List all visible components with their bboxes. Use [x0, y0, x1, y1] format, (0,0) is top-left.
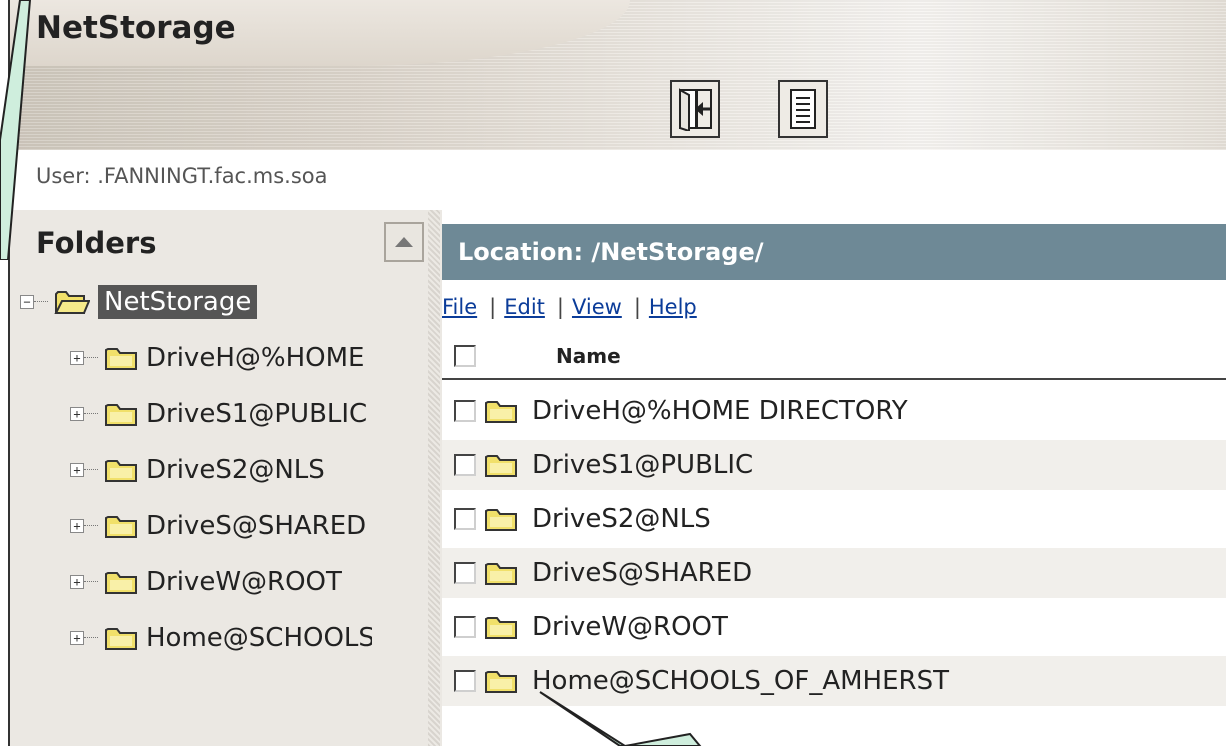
file-row[interactable]: DriveS@SHARED: [442, 548, 1226, 598]
callout-pointer-bottom: [539, 691, 702, 746]
file-row[interactable]: DriveW@ROOT: [442, 602, 1226, 652]
tree-item-drivew[interactable]: + DriveW@ROOT: [70, 560, 372, 604]
tree-item-label: DriveS1@PUBLIC: [146, 399, 368, 429]
folder-icon: [105, 628, 137, 650]
folder-icon: [105, 572, 137, 594]
row-checkbox[interactable]: [454, 508, 476, 530]
tree-item-driveh[interactable]: + DriveH@%HOME DIRECTORY: [70, 336, 372, 380]
folder-tree-pane: Folders − NetStorage + DriveH@%HOME DIRE…: [10, 210, 447, 746]
tree-connector: [84, 356, 98, 360]
tree-connector: [84, 412, 98, 416]
row-checkbox[interactable]: [454, 670, 476, 692]
user-bar: User: .FANNINGT.fac.ms.soa: [10, 150, 1226, 210]
row-checkbox[interactable]: [454, 616, 476, 638]
location-text: Location: /NetStorage/: [458, 238, 764, 266]
menu-separator: |: [633, 295, 641, 319]
expand-icon[interactable]: +: [70, 575, 84, 589]
exit-door-icon: [679, 88, 712, 131]
tree-item-label: DriveS2@NLS: [146, 455, 325, 485]
menu-separator: |: [489, 295, 497, 319]
column-header-name[interactable]: Name: [556, 344, 621, 368]
menu-view[interactable]: View: [572, 295, 622, 319]
menu-bar: File | Edit | View | Help: [442, 292, 697, 322]
file-name-link[interactable]: DriveS1@PUBLIC: [532, 450, 753, 480]
expand-icon[interactable]: +: [70, 463, 84, 477]
menu-edit[interactable]: Edit: [504, 295, 545, 319]
file-name-link[interactable]: DriveS@SHARED: [532, 558, 752, 588]
tree-item-label: Home@SCHOOLS_OF_AMHERST: [146, 623, 372, 653]
tree-item-home[interactable]: + Home@SCHOOLS_OF_AMHERST: [70, 616, 372, 660]
expand-icon[interactable]: +: [70, 631, 84, 645]
folder-icon: [105, 516, 137, 538]
folder-icon: [485, 455, 517, 477]
file-row[interactable]: DriveH@%HOME DIRECTORY: [442, 386, 1226, 436]
file-list-header: Name: [442, 334, 1226, 380]
expand-icon[interactable]: +: [70, 351, 84, 365]
tree-root-netstorage[interactable]: − NetStorage: [20, 280, 258, 324]
file-name-link[interactable]: DriveS2@NLS: [532, 504, 711, 534]
collapse-icon[interactable]: −: [20, 295, 34, 309]
tree-connector: [34, 300, 48, 304]
row-checkbox[interactable]: [454, 400, 476, 422]
tree-connector: [84, 468, 98, 472]
pane-splitter[interactable]: [428, 210, 440, 746]
folders-title: Folders: [36, 226, 157, 260]
header-banner: NetStorage: [10, 0, 1226, 151]
file-name-link[interactable]: DriveW@ROOT: [532, 612, 728, 642]
folder-icon: [485, 563, 517, 585]
open-folder-icon: [54, 291, 90, 314]
folder-icon: [105, 348, 137, 370]
tree-item-drives2[interactable]: + DriveS2@NLS: [70, 448, 372, 492]
tree-connector: [84, 524, 98, 528]
row-checkbox[interactable]: [454, 454, 476, 476]
triangle-up-icon: [395, 237, 413, 247]
menu-help[interactable]: Help: [649, 295, 697, 319]
folder-icon: [485, 671, 517, 693]
user-label: User: .FANNINGT.fac.ms.soa: [36, 164, 328, 188]
expand-icon[interactable]: +: [70, 407, 84, 421]
folder-icon: [485, 509, 517, 531]
tree-item-drives1[interactable]: + DriveS1@PUBLIC: [70, 392, 372, 436]
tree-item-label: DriveS@SHARED: [146, 511, 367, 541]
document-icon: [790, 89, 816, 129]
tree-connector: [84, 580, 98, 584]
tree-label-netstorage: NetStorage: [98, 285, 258, 319]
file-row[interactable]: DriveS2@NLS: [442, 494, 1226, 544]
file-name-link[interactable]: DriveH@%HOME DIRECTORY: [532, 396, 908, 426]
folder-icon: [105, 404, 137, 426]
expand-icon[interactable]: +: [70, 519, 84, 533]
scroll-up-button[interactable]: [384, 222, 424, 262]
folder-icon: [485, 617, 517, 639]
row-checkbox[interactable]: [454, 562, 476, 584]
document-button[interactable]: [778, 80, 828, 138]
file-row[interactable]: DriveS1@PUBLIC: [442, 440, 1226, 490]
tree-connector: [84, 636, 98, 640]
folder-icon: [485, 401, 517, 423]
callout-pointer-top: [0, 0, 32, 260]
app-title: NetStorage: [36, 10, 236, 46]
menu-file[interactable]: File: [442, 295, 477, 319]
tree-item-label: DriveW@ROOT: [146, 567, 342, 597]
menu-separator: |: [556, 295, 564, 319]
logout-button[interactable]: [670, 80, 720, 138]
folder-icon: [105, 460, 137, 482]
tree-item-drives[interactable]: + DriveS@SHARED: [70, 504, 372, 548]
tree-item-label: DriveH@%HOME DIRECTORY: [146, 343, 372, 373]
select-all-checkbox[interactable]: [454, 345, 476, 367]
file-list-pane: Location: /NetStorage/ File | Edit | Vie…: [442, 210, 1226, 746]
location-bar: Location: /NetStorage/: [442, 224, 1226, 280]
